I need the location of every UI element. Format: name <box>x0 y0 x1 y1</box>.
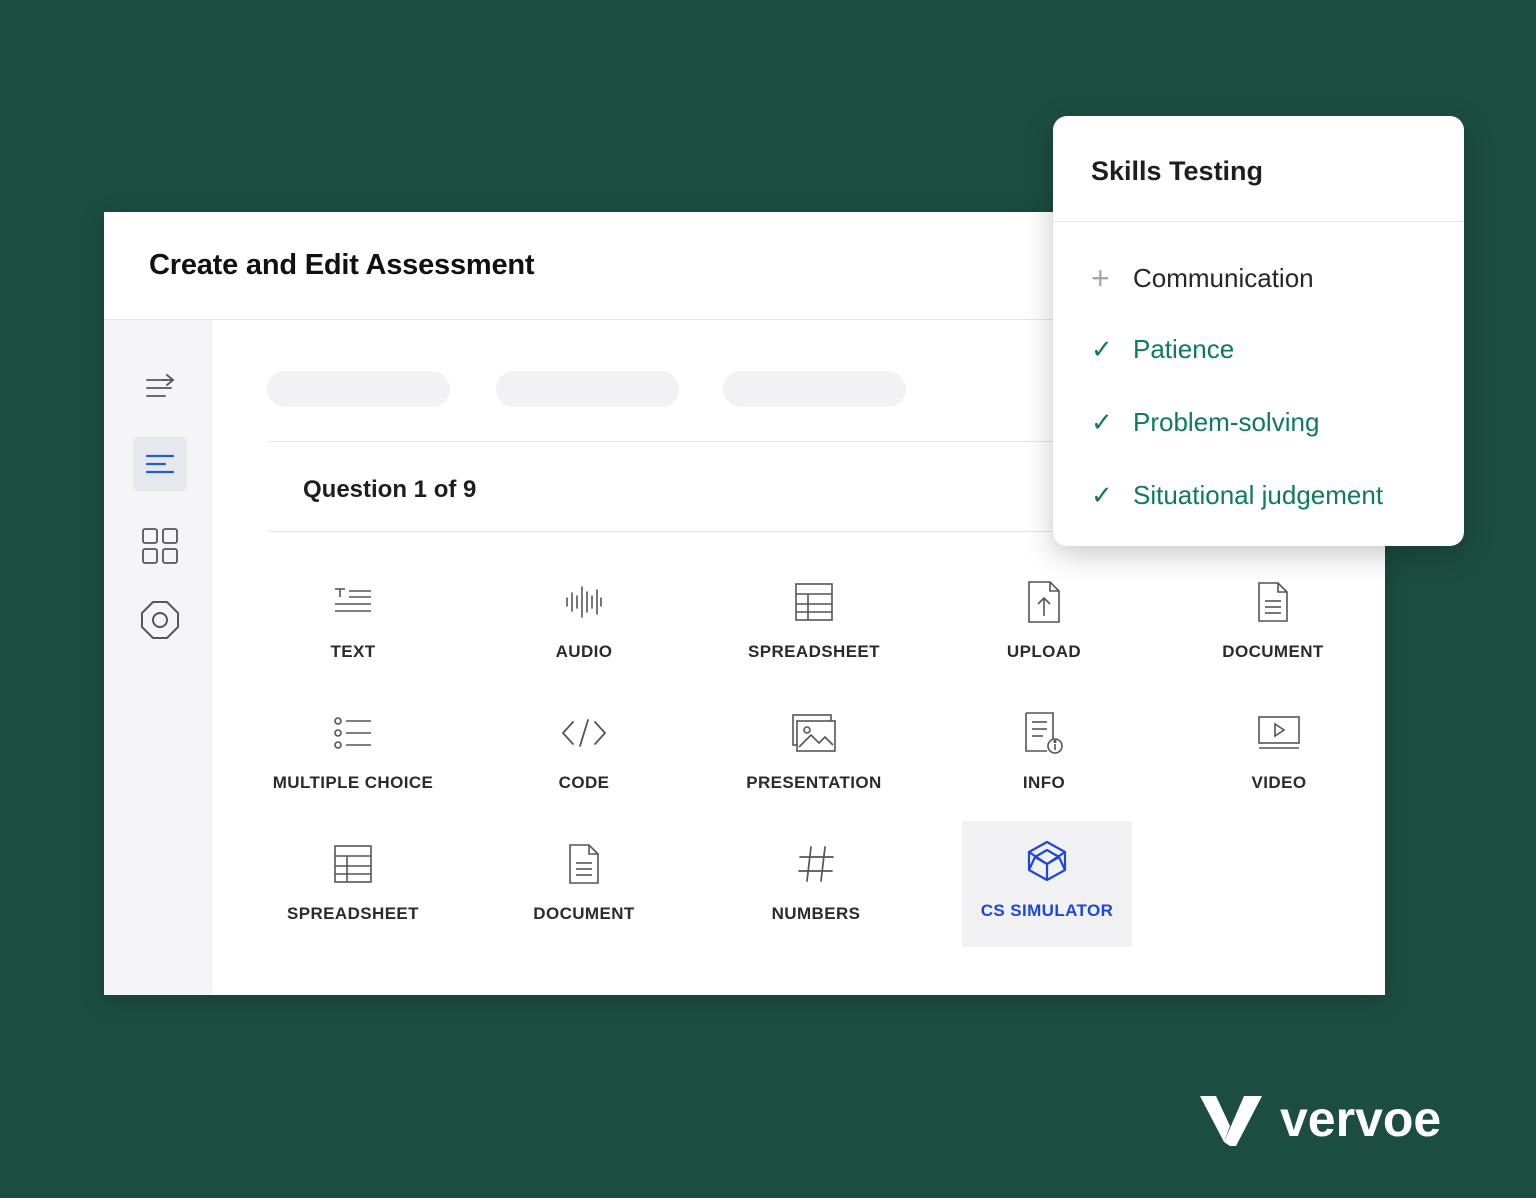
response-type-numbers[interactable]: NUMBERS <box>731 824 901 950</box>
response-type-label: SPREADSHEET <box>287 904 419 923</box>
check-icon: ✓ <box>1091 334 1113 364</box>
response-type-label: TEXT <box>330 642 376 661</box>
list-icon <box>334 717 371 749</box>
response-type-code[interactable]: CODE <box>499 693 669 819</box>
response-type-label: INFO <box>1022 773 1066 792</box>
response-type-label: MULTIPLE CHOICE <box>272 773 434 792</box>
response-type-video[interactable]: VIDEO <box>1194 693 1364 819</box>
cube-icon <box>1027 840 1067 882</box>
response-type-document[interactable]: DOCUMENT <box>1188 562 1358 688</box>
collapse-arrow-button[interactable] <box>133 360 187 414</box>
response-type-info[interactable]: INFO <box>959 693 1129 819</box>
settings-button[interactable] <box>133 593 187 647</box>
code-icon <box>561 719 607 747</box>
placeholder-tab-1[interactable] <box>267 371 450 407</box>
response-type-audio[interactable]: AUDIO <box>499 562 669 688</box>
response-type-upload[interactable]: UPLOAD <box>959 562 1129 688</box>
grid-view-button[interactable] <box>133 519 187 573</box>
skill-item-situational-judgement[interactable]: ✓ Situational judgement <box>1091 480 1383 511</box>
document-icon <box>569 844 599 884</box>
plus-icon: + <box>1091 260 1110 296</box>
response-type-cs-simulator[interactable]: CS SIMULATOR <box>962 821 1132 947</box>
question-title: Question 1 of 9 <box>303 476 477 503</box>
skill-label: Problem-solving <box>1133 407 1320 437</box>
info-document-icon <box>1025 712 1063 754</box>
skill-item-communication[interactable]: + Communication <box>1091 260 1314 297</box>
brand-name: vervoe <box>1280 1091 1442 1147</box>
placeholder-tab-2[interactable] <box>496 371 679 407</box>
placeholder-tab-3[interactable] <box>723 371 906 407</box>
content-view-button[interactable] <box>133 437 187 491</box>
skill-label: Situational judgement <box>1133 480 1384 510</box>
vervoe-v-mark-icon <box>1200 1096 1262 1146</box>
presentation-icon <box>792 714 836 752</box>
response-type-label: UPLOAD <box>1006 642 1082 661</box>
side-rail <box>104 320 212 995</box>
skill-label: Patience <box>1133 334 1235 364</box>
vervoe-logo: vervoe <box>1200 1090 1441 1148</box>
skills-panel-title: Skills Testing <box>1053 116 1464 222</box>
response-type-label: CODE <box>558 773 610 792</box>
response-type-text[interactable]: TEXT <box>268 562 438 688</box>
octagon-icon <box>141 601 179 639</box>
check-icon: ✓ <box>1091 480 1113 510</box>
response-type-multiple-choice[interactable]: MULTIPLE CHOICE <box>268 693 438 819</box>
response-type-label: PRESENTATION <box>746 773 882 792</box>
response-type-label: DOCUMENT <box>1222 642 1324 661</box>
video-icon <box>1258 716 1300 749</box>
skill-item-problem-solving[interactable]: ✓ Problem-solving <box>1091 407 1319 438</box>
response-type-spreadsheet[interactable]: SPREADSHEET <box>729 562 899 688</box>
text-icon <box>335 588 371 612</box>
response-type-spreadsheet[interactable]: SPREADSHEET <box>268 824 438 950</box>
response-type-label: SPREADSHEET <box>748 642 880 661</box>
document-icon <box>1258 582 1288 622</box>
grid-icon <box>142 528 178 564</box>
upload-icon <box>1028 581 1060 623</box>
skill-label: Communication <box>1133 263 1314 293</box>
spreadsheet-icon <box>795 583 833 621</box>
collapse-arrow-icon <box>146 374 175 397</box>
response-type-presentation[interactable]: PRESENTATION <box>729 693 899 819</box>
response-type-label: NUMBERS <box>771 904 861 923</box>
skill-item-patience[interactable]: ✓ Patience <box>1091 334 1234 365</box>
check-icon: ✓ <box>1091 407 1113 437</box>
response-type-document[interactable]: DOCUMENT <box>499 824 669 950</box>
response-type-label: VIDEO <box>1251 773 1307 792</box>
response-type-label: AUDIO <box>555 642 613 661</box>
response-type-label: DOCUMENT <box>533 904 635 923</box>
skills-testing-panel: Skills Testing + Communication ✓ Patienc… <box>1053 116 1464 546</box>
hash-icon <box>798 846 834 882</box>
text-align-icon <box>145 454 175 474</box>
response-type-label: CS SIMULATOR <box>980 901 1114 920</box>
audio-waveform-icon <box>566 586 602 618</box>
page-title: Create and Edit Assessment <box>149 249 535 281</box>
spreadsheet-icon <box>334 845 372 883</box>
